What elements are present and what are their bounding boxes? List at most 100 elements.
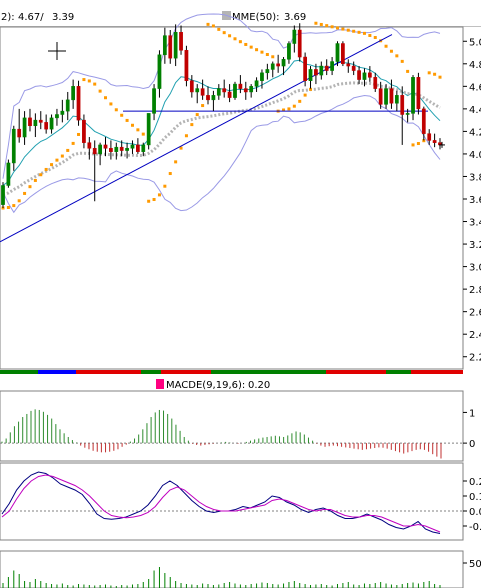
candle-body	[141, 144, 146, 152]
sar-dot	[298, 99, 302, 103]
candle-body	[71, 86, 76, 101]
sar-dot	[71, 141, 75, 145]
price-tick-label: 3.0	[469, 263, 481, 274]
oscillator-panel-frame	[0, 462, 464, 541]
price-tick-label: 4.4	[469, 105, 481, 116]
candle-body	[260, 72, 264, 81]
candle-body	[281, 59, 286, 67]
series-left-value-1: 4.67/	[18, 12, 44, 23]
color-strip-green-1	[0, 370, 38, 374]
candle-body	[28, 117, 32, 127]
candle-body	[394, 95, 399, 104]
color-strip-red-1	[76, 370, 141, 374]
candle-body	[335, 43, 340, 62]
candle-body	[400, 95, 405, 115]
sar-dot	[39, 173, 43, 177]
chart-svg: 2): 4.67/ 3.39 MME(50): 3.69 5.0 4.8 4.6 4.…	[0, 0, 481, 588]
candle-body	[22, 117, 27, 138]
candle-body	[82, 119, 86, 143]
candle-body	[324, 65, 329, 71]
sar-dot	[217, 27, 221, 31]
candle-body	[287, 43, 291, 60]
candle-body	[276, 63, 281, 67]
price-tick-label: 4.6	[469, 82, 481, 93]
price-tick-label: 2.6	[469, 308, 481, 319]
candle-body	[55, 114, 59, 119]
sar-dot	[395, 54, 399, 58]
price-tick-label: 4.0	[469, 150, 481, 161]
sar-dot	[271, 55, 275, 59]
color-strip	[0, 370, 463, 374]
candle-body	[427, 133, 432, 141]
candle-body	[125, 148, 129, 151]
candle-body	[308, 69, 313, 81]
candle-body	[249, 86, 254, 93]
sar-dot	[389, 49, 393, 53]
sar-dot	[244, 42, 248, 46]
sar-dot	[6, 205, 10, 209]
sar-dot	[190, 123, 194, 127]
sar-dot	[362, 31, 366, 35]
candle-body	[49, 117, 54, 130]
candle-body	[60, 110, 65, 115]
sar-dot	[255, 48, 259, 52]
series-left-value-2: 3.39	[52, 12, 74, 23]
candle-body	[421, 108, 426, 134]
candle-body	[206, 95, 210, 101]
sar-dot	[265, 53, 269, 57]
candle-body	[416, 77, 421, 110]
price-tick-label: 3.6	[469, 195, 481, 206]
candle-body	[432, 140, 437, 143]
candle-body	[373, 77, 378, 89]
candle-body	[254, 80, 259, 87]
sar-dot	[319, 22, 323, 26]
sar-dot	[233, 37, 237, 41]
sar-dot	[152, 197, 156, 201]
sar-dot	[98, 89, 102, 93]
candle-body	[76, 86, 81, 121]
color-strip-red-4	[411, 370, 463, 374]
color-strip-red-2	[161, 370, 211, 374]
candle-body	[357, 70, 361, 80]
sar-dot	[157, 193, 161, 197]
sar-dot	[211, 24, 215, 28]
candle-body	[92, 148, 97, 155]
sar-dot	[201, 104, 205, 108]
sar-dot	[195, 113, 199, 117]
candle-body	[233, 83, 237, 98]
candle-body	[389, 88, 394, 104]
candle-body	[351, 65, 356, 71]
sar-dot	[325, 24, 329, 28]
candle-body	[319, 65, 324, 76]
candle-body	[243, 88, 248, 93]
sar-dot	[357, 30, 361, 34]
candle-body	[17, 128, 22, 138]
sar-dot	[125, 118, 129, 122]
candle-body	[195, 88, 200, 93]
sar-dot	[433, 72, 437, 76]
macd-tick-label: 1	[469, 408, 475, 419]
candle-body	[184, 50, 189, 81]
sar-dot	[174, 160, 178, 164]
macd-value: 0.20	[248, 380, 270, 391]
candle-body	[222, 88, 227, 93]
candle-body	[179, 32, 183, 51]
candle-body	[11, 128, 16, 164]
candle-body	[65, 99, 70, 112]
price-tick-label: 4.2	[469, 127, 481, 138]
candle-body	[330, 61, 334, 71]
candle-body	[162, 35, 167, 56]
sar-dot	[82, 78, 86, 82]
sar-dot	[303, 93, 307, 97]
candle-body	[378, 88, 383, 105]
price-panel-frame	[0, 26, 464, 370]
candle-body	[411, 77, 415, 114]
series-left-label: 2):	[1, 12, 15, 23]
sar-dot	[416, 142, 420, 146]
price-tick-label: 4.8	[469, 60, 481, 71]
sar-dot	[55, 158, 59, 162]
oscillator-tick-label: 0.1	[469, 492, 481, 503]
candle-body	[270, 63, 275, 70]
sar-dot	[368, 33, 372, 37]
candle-body	[130, 144, 135, 149]
